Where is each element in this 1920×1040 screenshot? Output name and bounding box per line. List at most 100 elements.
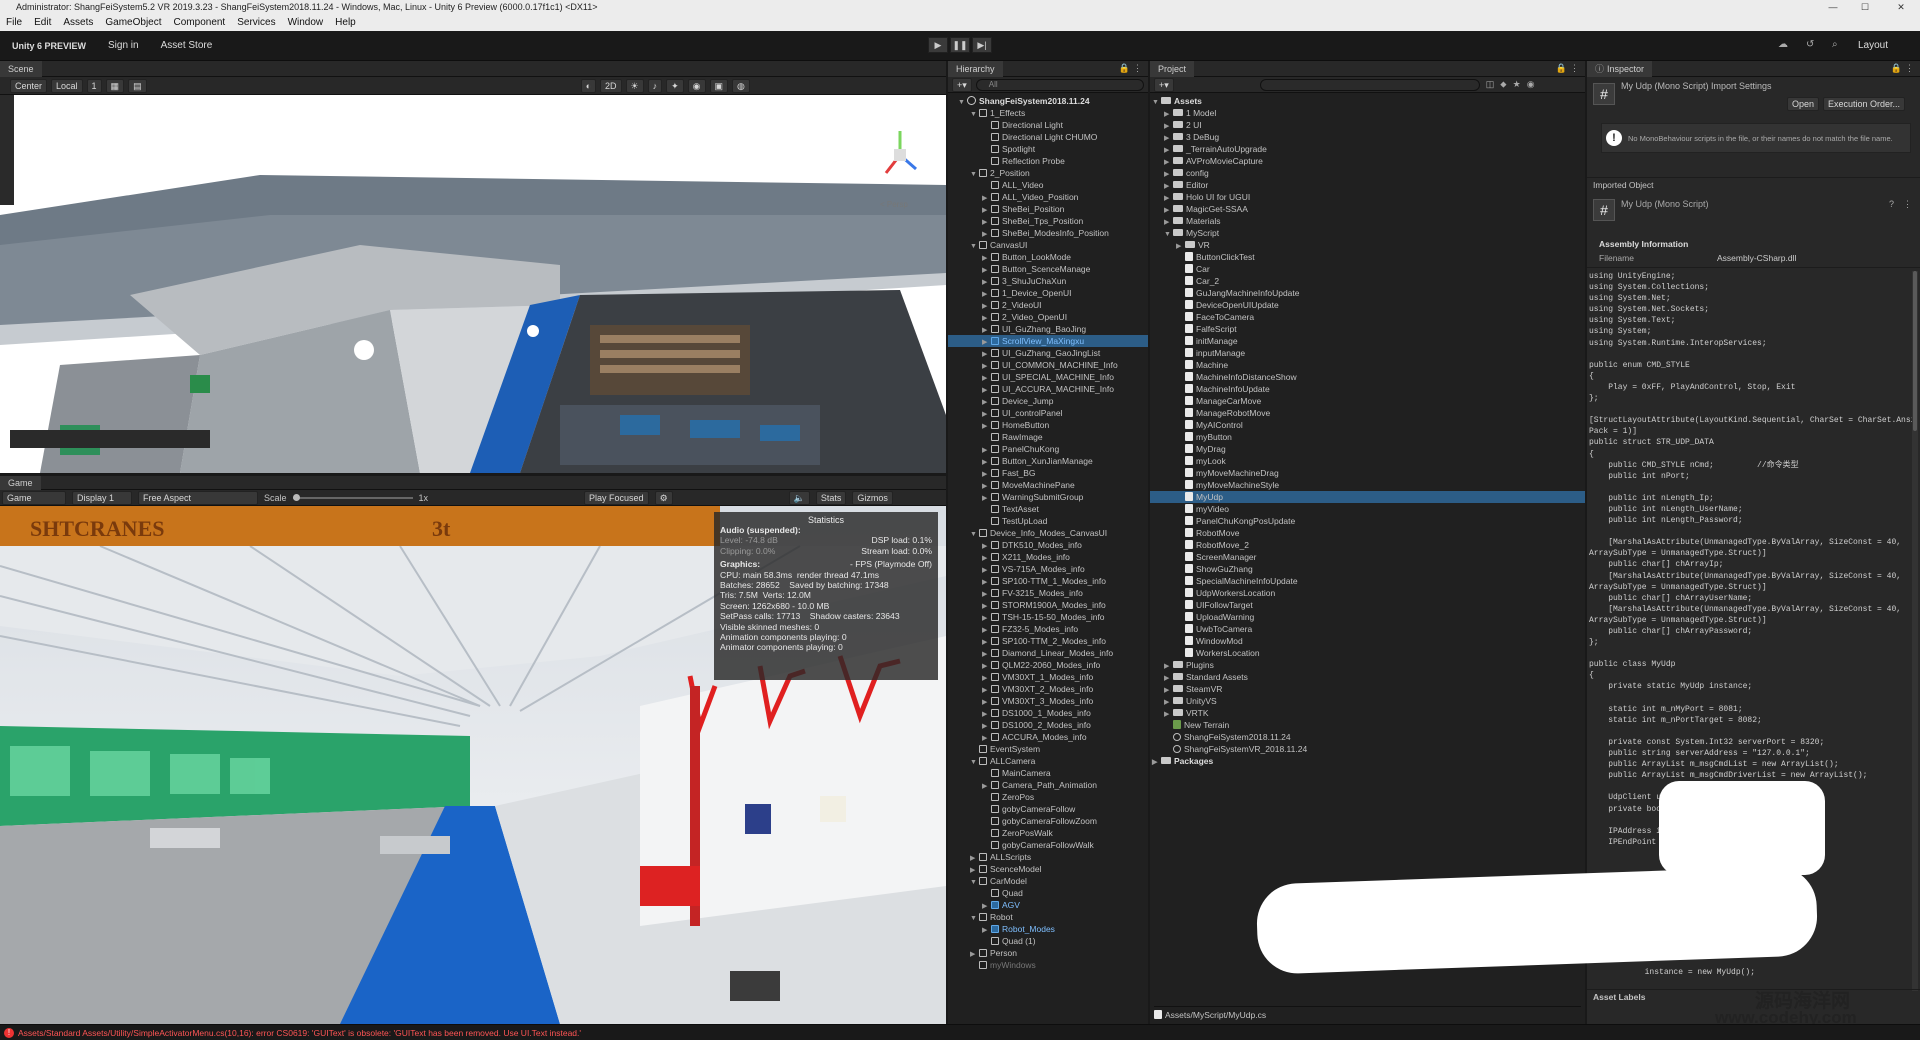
assets-root[interactable]: ▼ Assets bbox=[1150, 95, 1585, 107]
execution-order-button[interactable]: Execution Order... bbox=[1823, 97, 1906, 111]
project-item[interactable]: GuJangMachineInfoUpdate bbox=[1150, 287, 1585, 299]
hierarchy-item[interactable]: ▶ HomeButton bbox=[948, 419, 1148, 431]
hierarchy-item[interactable]: TestUpLoad bbox=[948, 515, 1148, 527]
project-item[interactable]: ▶ Holo UI for UGUI bbox=[1150, 191, 1585, 203]
project-item[interactable]: ManageCarMove bbox=[1150, 395, 1585, 407]
hierarchy-item[interactable]: Quad bbox=[948, 887, 1148, 899]
gizmos-icon[interactable]: ◍ bbox=[732, 78, 750, 93]
hierarchy-item[interactable]: gobyCameraFollowZoom bbox=[948, 815, 1148, 827]
hierarchy-item[interactable]: ▶ AGV bbox=[948, 899, 1148, 911]
menu-edit[interactable]: Edit bbox=[34, 17, 51, 28]
menu-icon[interactable]: ⋮ bbox=[1905, 63, 1914, 74]
hierarchy-item[interactable]: Directional Light CHUMO bbox=[948, 131, 1148, 143]
create-button[interactable]: +▾ bbox=[952, 77, 972, 92]
hierarchy-item[interactable]: ▼ Device_Info_Modes_CanvasUI bbox=[948, 527, 1148, 539]
lock-icon[interactable]: 🔒 bbox=[1556, 63, 1567, 74]
2d-toggle[interactable]: 2D bbox=[600, 78, 622, 93]
menu-help[interactable]: Help bbox=[335, 17, 356, 28]
cloud-icon[interactable]: ☁ bbox=[1778, 39, 1788, 50]
settings-icon[interactable]: ⋮ bbox=[1903, 199, 1912, 210]
menu-window[interactable]: Window bbox=[288, 17, 324, 28]
project-item[interactable]: ▶ Standard Assets bbox=[1150, 671, 1585, 683]
scene-root[interactable]: ▼ ShangFeiSystem2018.11.24 bbox=[948, 95, 1148, 107]
project-item[interactable]: DeviceOpenUIUpdate bbox=[1150, 299, 1585, 311]
hierarchy-item[interactable]: ▶ X211_Modes_info bbox=[948, 551, 1148, 563]
hierarchy-item[interactable]: ▼ CarModel bbox=[948, 875, 1148, 887]
hierarchy-item[interactable]: ▶ UI_COMMON_MACHINE_Info bbox=[948, 359, 1148, 371]
hierarchy-item[interactable]: ▶ ACCURA_Modes_info bbox=[948, 731, 1148, 743]
hierarchy-item[interactable]: ▶ WarningSubmitGroup bbox=[948, 491, 1148, 503]
project-item[interactable]: myLook bbox=[1150, 455, 1585, 467]
hierarchy-item[interactable]: ▶ SP100-TTM_1_Modes_info bbox=[948, 575, 1148, 587]
hierarchy-item[interactable]: ▶ DS1000_1_Modes_info bbox=[948, 707, 1148, 719]
hierarchy-item[interactable]: ▼ ALLCamera bbox=[948, 755, 1148, 767]
project-item[interactable]: ▶ UnityVS bbox=[1150, 695, 1585, 707]
mute-icon[interactable]: 🔈 bbox=[788, 490, 810, 505]
project-item[interactable]: myMoveMachineDrag bbox=[1150, 467, 1585, 479]
grid-icon[interactable]: ▦ bbox=[105, 78, 125, 93]
project-item[interactable]: ▶ Editor bbox=[1150, 179, 1585, 191]
hierarchy-item[interactable]: ▼ 1_Effects bbox=[948, 107, 1148, 119]
hierarchy-item[interactable]: Spotlight bbox=[948, 143, 1148, 155]
project-item[interactable]: ShowGuZhang bbox=[1150, 563, 1585, 575]
tab-inspector[interactable]: ⓘ Inspector bbox=[1587, 61, 1653, 77]
project-item[interactable]: ▶ VRTK bbox=[1150, 707, 1585, 719]
gizmos-button[interactable]: Gizmos bbox=[852, 490, 893, 505]
hierarchy-item[interactable]: ▼ 2_Position bbox=[948, 167, 1148, 179]
camera-icon[interactable]: ▣ bbox=[709, 78, 729, 93]
signin-button[interactable]: Sign in bbox=[102, 37, 145, 55]
menu-icon[interactable]: ⋮ bbox=[1570, 63, 1579, 74]
play-icon[interactable]: ▶ bbox=[928, 37, 948, 53]
hierarchy-item[interactable]: TextAsset bbox=[948, 503, 1148, 515]
project-item[interactable]: WorkersLocation bbox=[1150, 647, 1585, 659]
tab-game[interactable]: Game bbox=[0, 476, 41, 490]
hierarchy-item[interactable]: ▶ DTK510_Modes_info bbox=[948, 539, 1148, 551]
project-item[interactable]: ShangFeiSystemVR_2018.11.24 bbox=[1150, 743, 1585, 755]
hierarchy-item[interactable]: ▶ Fast_BG bbox=[948, 467, 1148, 479]
pause-icon[interactable]: ❚❚ bbox=[950, 37, 970, 53]
tab-project[interactable]: Project bbox=[1150, 61, 1195, 77]
lock-icon[interactable]: 🔒 bbox=[1119, 63, 1130, 74]
hierarchy-item[interactable]: ▶ SheBei_Tps_Position bbox=[948, 215, 1148, 227]
minimize-icon[interactable]: — bbox=[1822, 0, 1844, 14]
project-item[interactable]: MyDrag bbox=[1150, 443, 1585, 455]
project-item[interactable]: MachineInfoUpdate bbox=[1150, 383, 1585, 395]
open-button[interactable]: Open bbox=[1787, 97, 1820, 111]
project-item[interactable]: RobotMove_2 bbox=[1150, 539, 1585, 551]
project-item[interactable]: FalfeScript bbox=[1150, 323, 1585, 335]
hierarchy-item[interactable]: Reflection Probe bbox=[948, 155, 1148, 167]
hierarchy-item[interactable]: ALL_Video bbox=[948, 179, 1148, 191]
project-item[interactable]: ShangFeiSystem2018.11.24 bbox=[1150, 731, 1585, 743]
inspector-scrollbar[interactable] bbox=[1912, 271, 1918, 991]
project-item[interactable]: ▶ VR bbox=[1150, 239, 1585, 251]
project-item[interactable]: ▶ 1 Model bbox=[1150, 107, 1585, 119]
filter-label-icon[interactable]: ⬥ bbox=[1500, 79, 1506, 90]
menu-component[interactable]: Component bbox=[174, 17, 226, 28]
hierarchy-item[interactable]: ▶ STORM1900A_Modes_info bbox=[948, 599, 1148, 611]
hierarchy-item[interactable]: ▶ VM30XT_1_Modes_info bbox=[948, 671, 1148, 683]
tab-hierarchy[interactable]: Hierarchy bbox=[948, 61, 1003, 77]
project-item[interactable]: PanelChuKongPosUpdate bbox=[1150, 515, 1585, 527]
menu-services[interactable]: Services bbox=[237, 17, 275, 28]
hierarchy-item[interactable]: ▶ UI_GuZhang_BaoJing bbox=[948, 323, 1148, 335]
collapsed-arrow-icon[interactable]: ▶ bbox=[1152, 757, 1161, 769]
project-item[interactable]: ▶ 3 DeBug bbox=[1150, 131, 1585, 143]
project-item[interactable]: ▶ Materials bbox=[1150, 215, 1585, 227]
visibility-icon[interactable]: ◉ bbox=[1527, 79, 1535, 90]
create-asset-button[interactable]: +▾ bbox=[1154, 77, 1174, 92]
shading-icon[interactable]: ◐ bbox=[580, 78, 597, 93]
camera-settings-icon[interactable]: ⚙ bbox=[654, 490, 673, 505]
hierarchy-item[interactable]: ▶ Robot_Modes bbox=[948, 923, 1148, 935]
hierarchy-item[interactable]: ▶ UI_ACCURA_MACHINE_Info bbox=[948, 383, 1148, 395]
menu-icon[interactable]: ⋮ bbox=[1133, 63, 1142, 74]
hierarchy-item[interactable]: ▶ Camera_Path_Animation bbox=[948, 779, 1148, 791]
project-item[interactable]: ▶ Plugins bbox=[1150, 659, 1585, 671]
project-item[interactable]: SpecialMachineInfoUpdate bbox=[1150, 575, 1585, 587]
hierarchy-item[interactable]: ▶ FZ32-5_Modes_info bbox=[948, 623, 1148, 635]
menu-file[interactable]: File bbox=[6, 17, 22, 28]
hierarchy-item[interactable]: ▶ PanelChuKong bbox=[948, 443, 1148, 455]
project-item[interactable]: New Terrain bbox=[1150, 719, 1585, 731]
menu-gameobject[interactable]: GameObject bbox=[105, 17, 161, 28]
project-item[interactable]: ▶ _TerrainAutoUpgrade bbox=[1150, 143, 1585, 155]
hierarchy-item[interactable]: ▶ UI_GuZhang_GaoJingList bbox=[948, 347, 1148, 359]
